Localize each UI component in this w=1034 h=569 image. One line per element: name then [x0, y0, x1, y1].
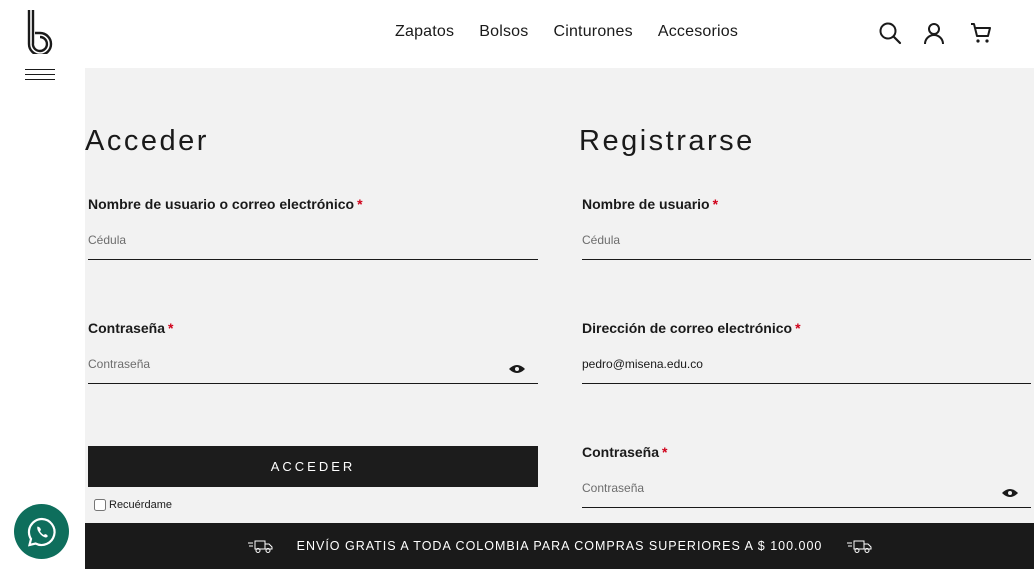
- register-password-input[interactable]: [582, 468, 1031, 508]
- login-button[interactable]: ACCEDER: [88, 446, 538, 487]
- user-icon[interactable]: [922, 21, 946, 45]
- whatsapp-button[interactable]: [14, 504, 69, 559]
- login-username-input[interactable]: [88, 220, 538, 260]
- remember-me[interactable]: Recuérdame: [94, 499, 172, 511]
- register-username-label: Nombre de usuario *: [582, 196, 719, 212]
- register-email-label: Dirección de correo electrónico *: [582, 320, 801, 336]
- nav-accesorios[interactable]: Accesorios: [658, 23, 738, 41]
- delivery-truck-icon: [847, 540, 872, 553]
- login-title: Acceder: [85, 125, 209, 157]
- register-password-label: Contraseña *: [582, 444, 668, 460]
- account-panel: Acceder Nombre de usuario o correo elect…: [85, 68, 1034, 523]
- cart-icon[interactable]: [969, 21, 993, 45]
- nav-bolsos[interactable]: Bolsos: [479, 23, 528, 41]
- register-username-input[interactable]: [582, 220, 1031, 260]
- brand-logo[interactable]: [26, 10, 56, 57]
- login-username-label: Nombre de usuario o correo electrónico *: [88, 196, 363, 212]
- remember-me-checkbox[interactable]: [94, 499, 106, 511]
- delivery-truck-icon: [247, 540, 273, 553]
- show-password-icon[interactable]: [509, 361, 525, 373]
- menu-icon[interactable]: [25, 69, 55, 83]
- login-password-input[interactable]: [88, 344, 538, 384]
- search-icon[interactable]: [878, 21, 902, 45]
- remember-me-label: Recuérdame: [109, 499, 172, 511]
- nav-cinturones[interactable]: Cinturones: [553, 23, 632, 41]
- register-email-input[interactable]: [582, 344, 1031, 384]
- shipping-banner: ENVÍO GRATIS A TODA COLOMBIA PARA COMPRA…: [85, 523, 1034, 569]
- shipping-banner-text: ENVÍO GRATIS A TODA COLOMBIA PARA COMPRA…: [296, 539, 823, 553]
- main-nav: Zapatos Bolsos Cinturones Accesorios: [395, 23, 738, 41]
- nav-zapatos[interactable]: Zapatos: [395, 23, 454, 41]
- register-show-password-icon[interactable]: [1002, 485, 1018, 497]
- register-title: Registrarse: [579, 125, 755, 157]
- whatsapp-icon: [27, 517, 56, 547]
- login-password-label: Contraseña *: [88, 320, 174, 336]
